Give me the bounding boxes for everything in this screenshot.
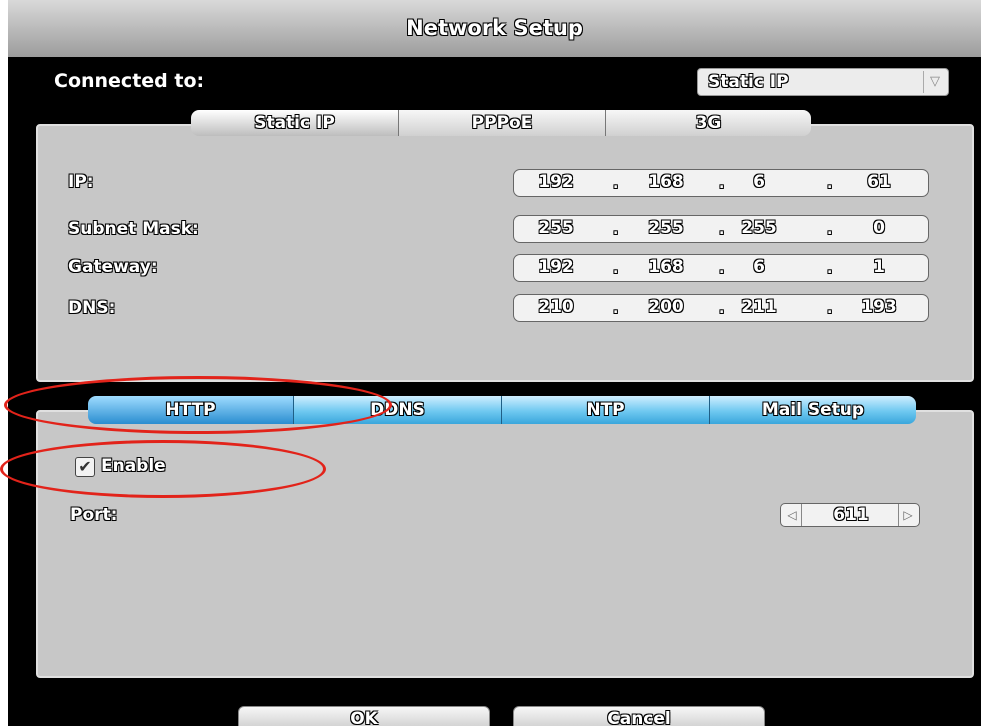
connection-type-value: Static IP — [708, 72, 789, 92]
dns-octet-3[interactable]: 211 — [729, 297, 789, 317]
triangle-right-icon[interactable]: ▷ — [898, 504, 917, 526]
subnet-octet-3[interactable]: 255 — [729, 218, 789, 238]
octet-separator: . — [719, 261, 725, 277]
port-label: Port: — [70, 505, 118, 525]
subnet-mask-field[interactable]: 255 . 255 . 255 . 0 — [513, 215, 929, 243]
ip-octet-1[interactable]: 192 — [526, 172, 586, 192]
connection-tabs: Static IP PPPoE 3G — [191, 110, 811, 136]
dns-field[interactable]: 210 . 200 . 211 . 193 — [513, 294, 929, 322]
ip-label: IP: — [68, 172, 94, 192]
http-tab-highlight-ellipse — [4, 376, 392, 434]
dns-octet-4[interactable]: 193 — [849, 297, 909, 317]
tab-pppoe[interactable]: PPPoE — [399, 110, 606, 136]
connection-type-select[interactable]: Static IP ▽ — [697, 68, 949, 96]
dns-label: DNS: — [68, 298, 116, 318]
tab-mail-setup[interactable]: Mail Setup — [710, 396, 916, 424]
octet-separator: . — [613, 301, 619, 317]
dns-octet-2[interactable]: 200 — [636, 297, 696, 317]
octet-separator: . — [719, 176, 725, 192]
octet-separator: . — [719, 222, 725, 238]
gateway-octet-3[interactable]: 6 — [729, 257, 789, 277]
subnet-octet-1[interactable]: 255 — [526, 218, 586, 238]
subnet-octet-2[interactable]: 255 — [636, 218, 696, 238]
enable-highlight-ellipse — [0, 440, 326, 498]
subnet-octet-4[interactable]: 0 — [849, 218, 909, 238]
octet-separator: . — [613, 176, 619, 192]
static-ip-panel — [36, 124, 974, 382]
ip-field[interactable]: 192 . 168 . 6 . 61 — [513, 169, 929, 197]
octet-separator: . — [827, 176, 833, 192]
octet-separator: . — [827, 301, 833, 317]
gateway-octet-1[interactable]: 192 — [526, 257, 586, 277]
chevron-down-icon[interactable]: ▽ — [923, 71, 946, 93]
gateway-octet-2[interactable]: 168 — [636, 257, 696, 277]
dns-octet-1[interactable]: 210 — [526, 297, 586, 317]
cancel-button[interactable]: Cancel — [513, 706, 765, 726]
tab-static-ip[interactable]: Static IP — [191, 110, 399, 136]
gateway-field[interactable]: 192 . 168 . 6 . 1 — [513, 254, 929, 282]
octet-separator: . — [827, 222, 833, 238]
ip-octet-4[interactable]: 61 — [849, 172, 909, 192]
port-value[interactable]: 611 — [811, 505, 891, 525]
window-title: Network Setup — [406, 16, 583, 40]
ip-octet-3[interactable]: 6 — [729, 172, 789, 192]
title-bar: Network Setup — [8, 0, 981, 57]
gateway-label: Gateway: — [68, 257, 158, 277]
octet-separator: . — [613, 261, 619, 277]
triangle-left-icon[interactable]: ◁ — [783, 504, 802, 526]
tab-3g[interactable]: 3G — [606, 110, 811, 136]
subnet-mask-label: Subnet Mask: — [68, 219, 199, 239]
network-setup-window: Network Setup Connected to: Static IP ▽ … — [8, 0, 981, 726]
octet-separator: . — [613, 222, 619, 238]
octet-separator: . — [827, 261, 833, 277]
tab-ntp[interactable]: NTP — [502, 396, 710, 424]
port-spinner[interactable]: ◁ 611 ▷ — [780, 503, 920, 527]
gateway-octet-4[interactable]: 1 — [849, 257, 909, 277]
connected-to-label: Connected to: — [54, 70, 205, 92]
ok-button[interactable]: OK — [238, 706, 490, 726]
ip-octet-2[interactable]: 168 — [636, 172, 696, 192]
octet-separator: . — [719, 301, 725, 317]
